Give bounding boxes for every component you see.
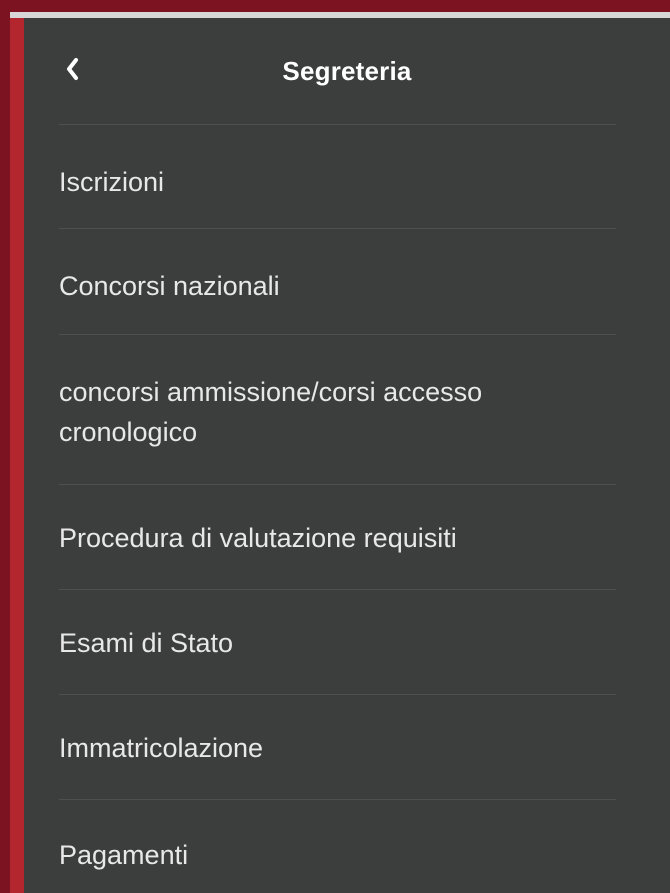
menu-item-label: concorsi ammissione/corsi accesso cronol… bbox=[59, 377, 483, 447]
menu-item-label: Esami di Stato bbox=[59, 628, 234, 658]
left-accent-bar bbox=[10, 18, 24, 893]
menu-item-iscrizioni[interactable]: Iscrizioni bbox=[59, 163, 616, 201]
menu-item-label: Iscrizioni bbox=[59, 167, 165, 197]
menu-item-label: Pagamenti bbox=[59, 840, 189, 870]
menu-item-label: Immatricolazione bbox=[59, 733, 264, 763]
side-menu-panel: Segreteria Iscrizioni Concorsi nazionali… bbox=[24, 18, 670, 893]
app-frame: Segreteria Iscrizioni Concorsi nazionali… bbox=[0, 0, 670, 893]
menu-item-pagamenti[interactable]: Pagamenti bbox=[59, 836, 616, 874]
menu-item-procedura-valutazione[interactable]: Procedura di valutazione requisiti bbox=[59, 519, 616, 557]
menu-item-label: Concorsi nazionali bbox=[59, 271, 280, 301]
menu-item-esami-di-stato[interactable]: Esami di Stato bbox=[59, 624, 616, 662]
top-strip bbox=[0, 0, 670, 10]
menu-item-immatricolazione[interactable]: Immatricolazione bbox=[59, 729, 616, 767]
menu-item-label: Procedura di valutazione requisiti bbox=[59, 523, 457, 553]
menu-list: Iscrizioni Concorsi nazionali concorsi a… bbox=[24, 18, 670, 893]
menu-item-concorsi-ammissione[interactable]: concorsi ammissione/corsi accesso cronol… bbox=[59, 372, 616, 452]
menu-item-concorsi-nazionali[interactable]: Concorsi nazionali bbox=[59, 267, 616, 305]
